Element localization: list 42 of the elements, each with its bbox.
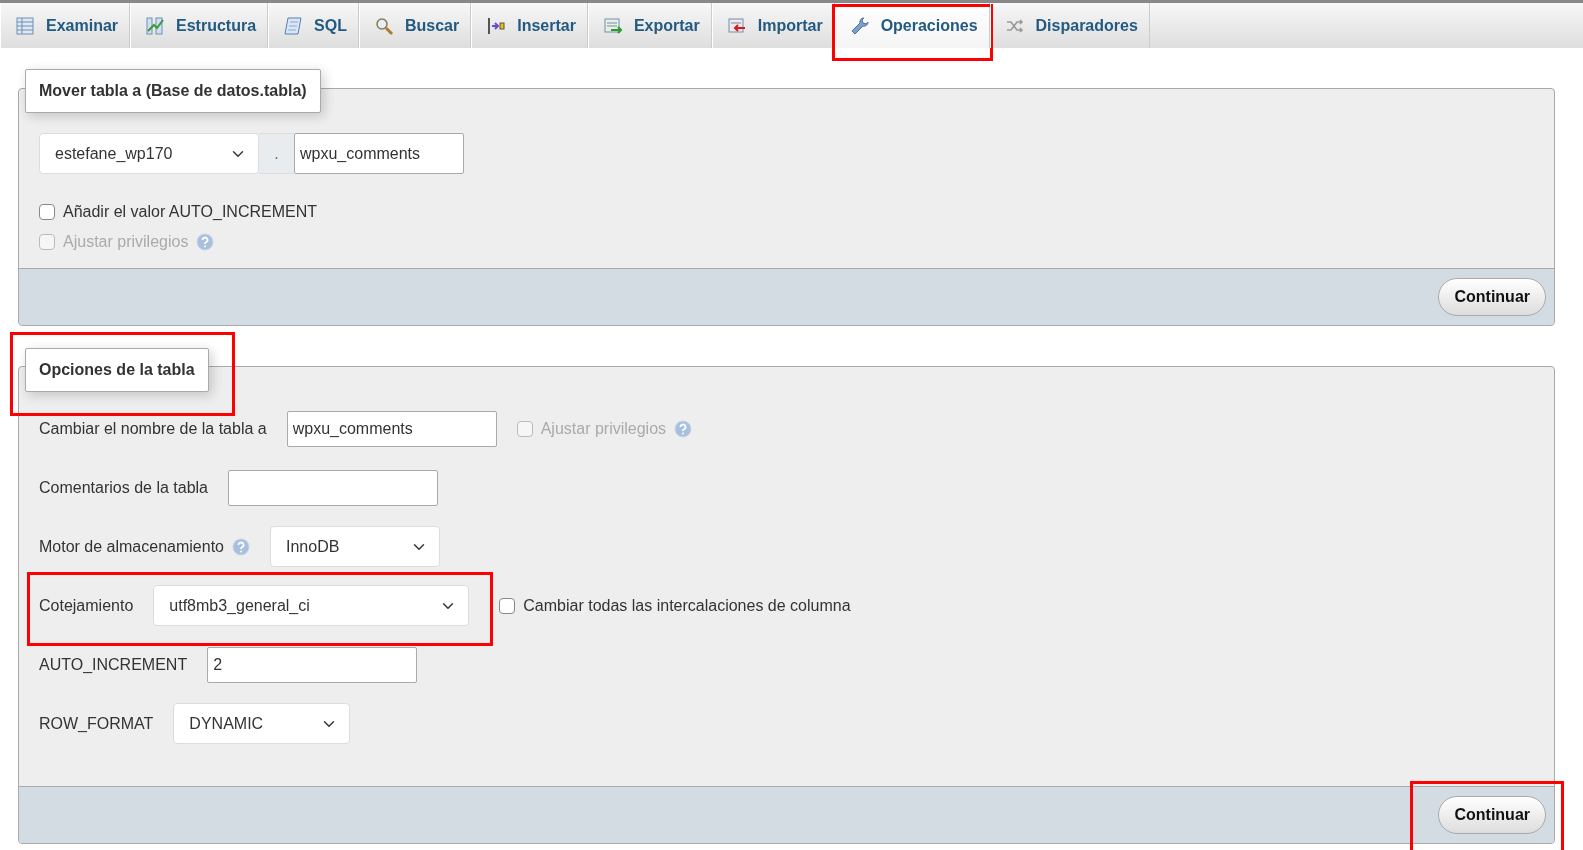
select-field[interactable]: estefane_wp170 xyxy=(39,133,259,174)
insert-icon xyxy=(486,15,507,36)
tab[interactable]: Examinar xyxy=(0,3,131,48)
field-label: Cotejamiento xyxy=(39,595,134,616)
checkbox-label: Ajustar privilegios xyxy=(63,232,189,252)
tab[interactable]: Buscar xyxy=(358,3,472,48)
tab[interactable]: Exportar xyxy=(587,3,712,48)
section-title: Opciones de la tabla xyxy=(25,348,209,392)
checkbox-label: Añadir el valor AUTO_INCREMENT xyxy=(63,202,317,222)
checkbox-label: Cambiar todas las intercalaciones de columna xyxy=(523,595,851,616)
tab[interactable]: Insertar xyxy=(471,3,588,48)
section-title: Mover tabla a (Base de datos.tabla) xyxy=(25,69,321,113)
input-field[interactable]: wpxu_comments xyxy=(294,133,464,174)
checkbox[interactable] xyxy=(39,204,55,220)
select-field[interactable]: DYNAMIC xyxy=(173,703,351,744)
table-icon xyxy=(15,15,35,36)
wrench-icon xyxy=(849,15,870,36)
scroll-icon xyxy=(283,15,304,36)
export-icon xyxy=(602,15,623,36)
select-field[interactable]: utf8mb3_general_ci xyxy=(153,585,470,626)
field-label: Cambiar el nombre de la tabla a xyxy=(39,418,267,439)
field-label: Motor de almacenamiento xyxy=(39,536,224,557)
checkbox-label: Ajustar privilegios xyxy=(540,418,667,439)
input-field[interactable]: wpxu_comments xyxy=(286,410,497,447)
tab[interactable]: Importar xyxy=(711,3,835,48)
tab[interactable]: SQL xyxy=(268,3,359,48)
separator-label: . xyxy=(259,133,294,174)
chart-icon xyxy=(145,15,166,36)
field-label: Comentarios de la tabla xyxy=(39,477,208,498)
field-label: ROW_FORMAT xyxy=(39,713,154,734)
select-field[interactable]: InnoDB xyxy=(270,526,440,567)
continue-button[interactable]: Continuar xyxy=(1438,796,1546,834)
import-icon xyxy=(726,15,747,36)
tab[interactable]: Disparadores xyxy=(989,3,1150,48)
tab[interactable]: Estructura xyxy=(130,3,269,48)
input-field[interactable]: 2 xyxy=(207,646,418,683)
field-label: AUTO_INCREMENT xyxy=(39,654,188,675)
search-icon xyxy=(373,15,394,36)
tab[interactable]: Operaciones xyxy=(834,3,990,48)
input-field[interactable] xyxy=(228,469,438,506)
continue-button[interactable]: Continuar xyxy=(1438,278,1546,316)
checkbox[interactable] xyxy=(499,597,516,614)
